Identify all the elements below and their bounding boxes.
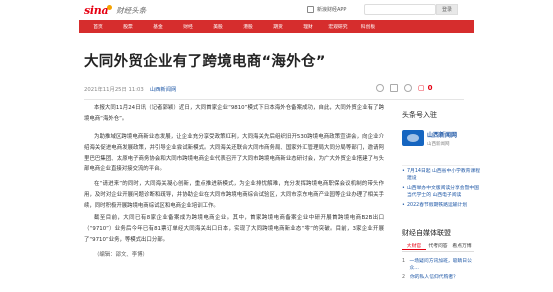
article-author: （编辑：邵文、李博） [94,252,148,258]
comment-icon[interactable]: ▢ [418,84,425,92]
hot-heading: 财经自媒体联盟 [402,229,451,237]
nav-item-us-stocks[interactable]: 美股 [203,23,233,30]
wechat-share-icon[interactable] [390,84,398,92]
account-logo-icon [402,130,424,146]
tab-third[interactable]: 看点万博 [450,242,474,249]
account-subtitle: 山西新闻网 [427,141,450,147]
login-button[interactable]: 登录 [436,4,458,15]
nav-item-star-market[interactable]: 科创板 [353,23,383,30]
list-item[interactable]: 7月14日起 山西省中小学教育课程建设 [402,169,482,182]
sidebar-news-list: 7月14日起 山西省中小学教育课程建设 山西举办中文版阅读分享会暨中国当代学士的… [402,169,482,214]
nav-item-stocks[interactable]: 股票 [113,23,143,30]
rank-list: 1 一场疑问方讯加班，吸睛日公众... 2 你的私人信仰代购者？ [402,258,474,283]
account-card[interactable]: 山西新闻网 山西新闻网 [402,125,474,151]
account-heading: 头条号入驻 [402,111,437,119]
nav-item-finance[interactable]: 财经 [173,23,203,30]
top-bar: sina 财经头条 新浪财经APP 登录 [0,0,553,20]
logo-category: 财经头条 [116,5,147,15]
rank-number: 2 [402,275,406,280]
app-link-label: 新浪财经APP [317,7,347,13]
sidebar-tabs: 大财官 代考问答 看点万博 [402,240,474,251]
article-paragraph: 在“请进来”的同时，大同海关凝心创新，重点推进新模式，为企业排忧解难，充分发挥跨… [84,181,384,209]
rank-number: 1 [402,259,406,264]
list-item[interactable]: 1 一场疑问方讯加班，吸睛日公众... [402,258,474,272]
divider [402,251,474,252]
list-item[interactable]: 2022春节假期铁路运输计划 [402,203,482,210]
phone-icon [307,6,314,13]
tab-first[interactable]: 大财官 [402,242,426,250]
nav-item-hk-stocks[interactable]: 港股 [233,23,263,30]
article-source-link[interactable]: 山西新闻网 [150,85,177,93]
article-title: 大同外贸企业有了跨境电商“海外仓” [84,54,326,70]
nav-item-wealth[interactable]: 理财 [293,23,323,30]
main-nav: 首页 股票 基金 财经 美股 港股 期货 理财 宏观研究 科创板 [79,20,474,33]
share-tools: ▢ 0 [376,84,433,92]
article-meta: 2021年11月25日 11:03 山西新闻网 [84,85,176,93]
rank-title[interactable]: 你的私人信仰代购者？ [410,274,458,281]
logo-text: sina [84,3,109,17]
list-item[interactable]: 2 你的私人信仰代购者？ [402,274,474,281]
logo-eye-icon [107,4,113,10]
list-item[interactable]: 山西举办中文版阅读分享会暨中国当代学士的 山西电子阅读 [402,186,482,199]
article-paragraph: 为助推域区跨境电商新业态发展，让企业充分享受政策红利，大同海关先后组织旧开530… [84,134,384,173]
font-size-icon[interactable] [404,84,412,92]
divider [84,99,464,100]
nav-item-research[interactable]: 宏观研究 [323,23,353,30]
nav-item-funds[interactable]: 基金 [143,23,173,30]
rank-title[interactable]: 一场疑问方讯加班，吸睛日公众... [410,258,475,272]
nav-item-futures[interactable]: 期货 [263,23,293,30]
nav-item-home[interactable]: 首页 [83,23,113,30]
weibo-share-icon[interactable] [376,84,384,92]
tab-second[interactable]: 代考问答 [426,242,450,249]
search-input[interactable] [364,4,436,15]
divider [402,165,474,166]
article-paragraph: 本报大同11月24日讯（记者郭颖）近日，大同首家企业“9810”模式下日本海外仓… [84,105,384,122]
sina-logo[interactable]: sina 财经头条 [84,3,146,17]
account-name[interactable]: 山西新闻网 [427,130,457,139]
article-paragraph: 截至目前，大同已有8家企业备案成为跨境电商企业。其中，首家跨境电商备案企业中研开… [84,215,384,243]
app-download-link[interactable]: 新浪财经APP [307,6,346,13]
article-date: 2021年11月25日 11:03 [84,87,144,93]
comment-count[interactable]: 0 [428,84,433,92]
